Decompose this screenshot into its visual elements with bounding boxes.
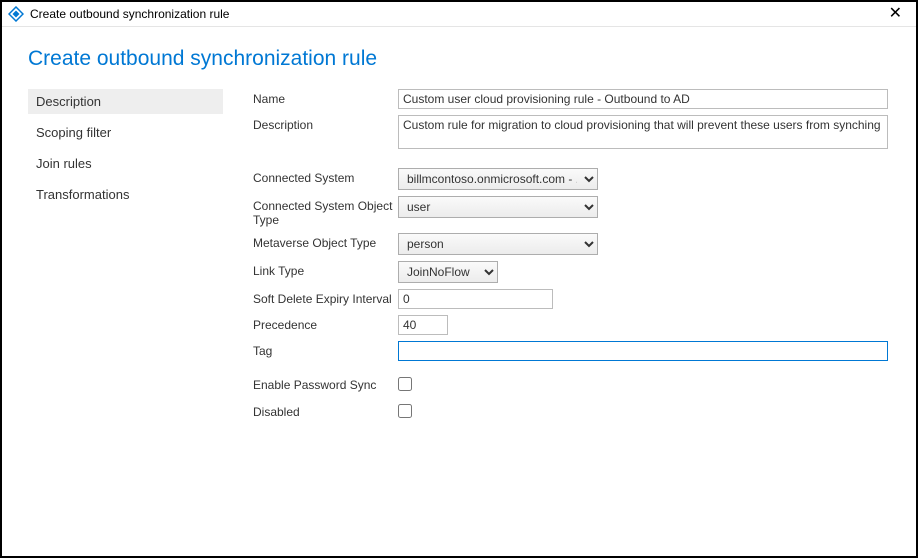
window-title: Create outbound synchronization rule [30, 7, 229, 21]
row-soft-delete: Soft Delete Expiry Interval [253, 289, 890, 309]
sidebar-item-label: Description [36, 94, 101, 109]
select-mv-object-type[interactable]: person [398, 233, 598, 255]
label-precedence: Precedence [253, 315, 398, 332]
row-password-sync: Enable Password Sync [253, 375, 890, 396]
row-disabled: Disabled [253, 402, 890, 423]
input-name[interactable] [398, 89, 888, 109]
checkbox-password-sync[interactable] [398, 377, 412, 391]
label-cs-object-type: Connected System Object Type [253, 196, 398, 227]
label-disabled: Disabled [253, 402, 398, 419]
label-description: Description [253, 115, 398, 132]
label-name: Name [253, 89, 398, 106]
row-mv-object-type: Metaverse Object Type person [253, 233, 890, 255]
titlebar: Create outbound synchronization rule ✕ [2, 2, 916, 27]
select-cs-object-type[interactable]: user [398, 196, 598, 218]
label-password-sync: Enable Password Sync [253, 375, 398, 392]
row-precedence: Precedence [253, 315, 890, 335]
titlebar-left: Create outbound synchronization rule [8, 6, 229, 22]
sidebar-item-description[interactable]: Description [28, 89, 223, 114]
label-soft-delete: Soft Delete Expiry Interval [253, 289, 398, 306]
label-mv-object-type: Metaverse Object Type [253, 233, 398, 250]
sidebar: Description Scoping filter Join rules Tr… [28, 89, 223, 429]
app-icon [8, 6, 24, 22]
input-description[interactable]: Custom rule for migration to cloud provi… [398, 115, 888, 149]
checkbox-disabled[interactable] [398, 404, 412, 418]
sidebar-item-scoping-filter[interactable]: Scoping filter [28, 120, 223, 145]
input-precedence[interactable] [398, 315, 448, 335]
close-button[interactable]: ✕ [885, 6, 906, 22]
sidebar-item-label: Transformations [36, 187, 129, 202]
input-soft-delete[interactable] [398, 289, 553, 309]
row-name: Name [253, 89, 890, 109]
sidebar-item-transformations[interactable]: Transformations [28, 182, 223, 207]
row-description: Description Custom rule for migration to… [253, 115, 890, 154]
sidebar-item-join-rules[interactable]: Join rules [28, 151, 223, 176]
select-link-type[interactable]: JoinNoFlow [398, 261, 498, 283]
page-heading: Create outbound synchronization rule [28, 47, 890, 71]
row-cs-object-type: Connected System Object Type user [253, 196, 890, 227]
select-connected-system[interactable]: billmcontoso.onmicrosoft.com - ... [398, 168, 598, 190]
label-link-type: Link Type [253, 261, 398, 278]
row-link-type: Link Type JoinNoFlow [253, 261, 890, 283]
sidebar-item-label: Scoping filter [36, 125, 111, 140]
sidebar-item-label: Join rules [36, 156, 92, 171]
row-tag: Tag [253, 341, 890, 361]
form-area: Name Description Custom rule for migrati… [253, 89, 890, 429]
label-connected-system: Connected System [253, 168, 398, 185]
row-connected-system: Connected System billmcontoso.onmicrosof… [253, 168, 890, 190]
content: Create outbound synchronization rule Des… [2, 27, 916, 429]
input-tag[interactable] [398, 341, 888, 361]
layout: Description Scoping filter Join rules Tr… [28, 89, 890, 429]
label-tag: Tag [253, 341, 398, 358]
